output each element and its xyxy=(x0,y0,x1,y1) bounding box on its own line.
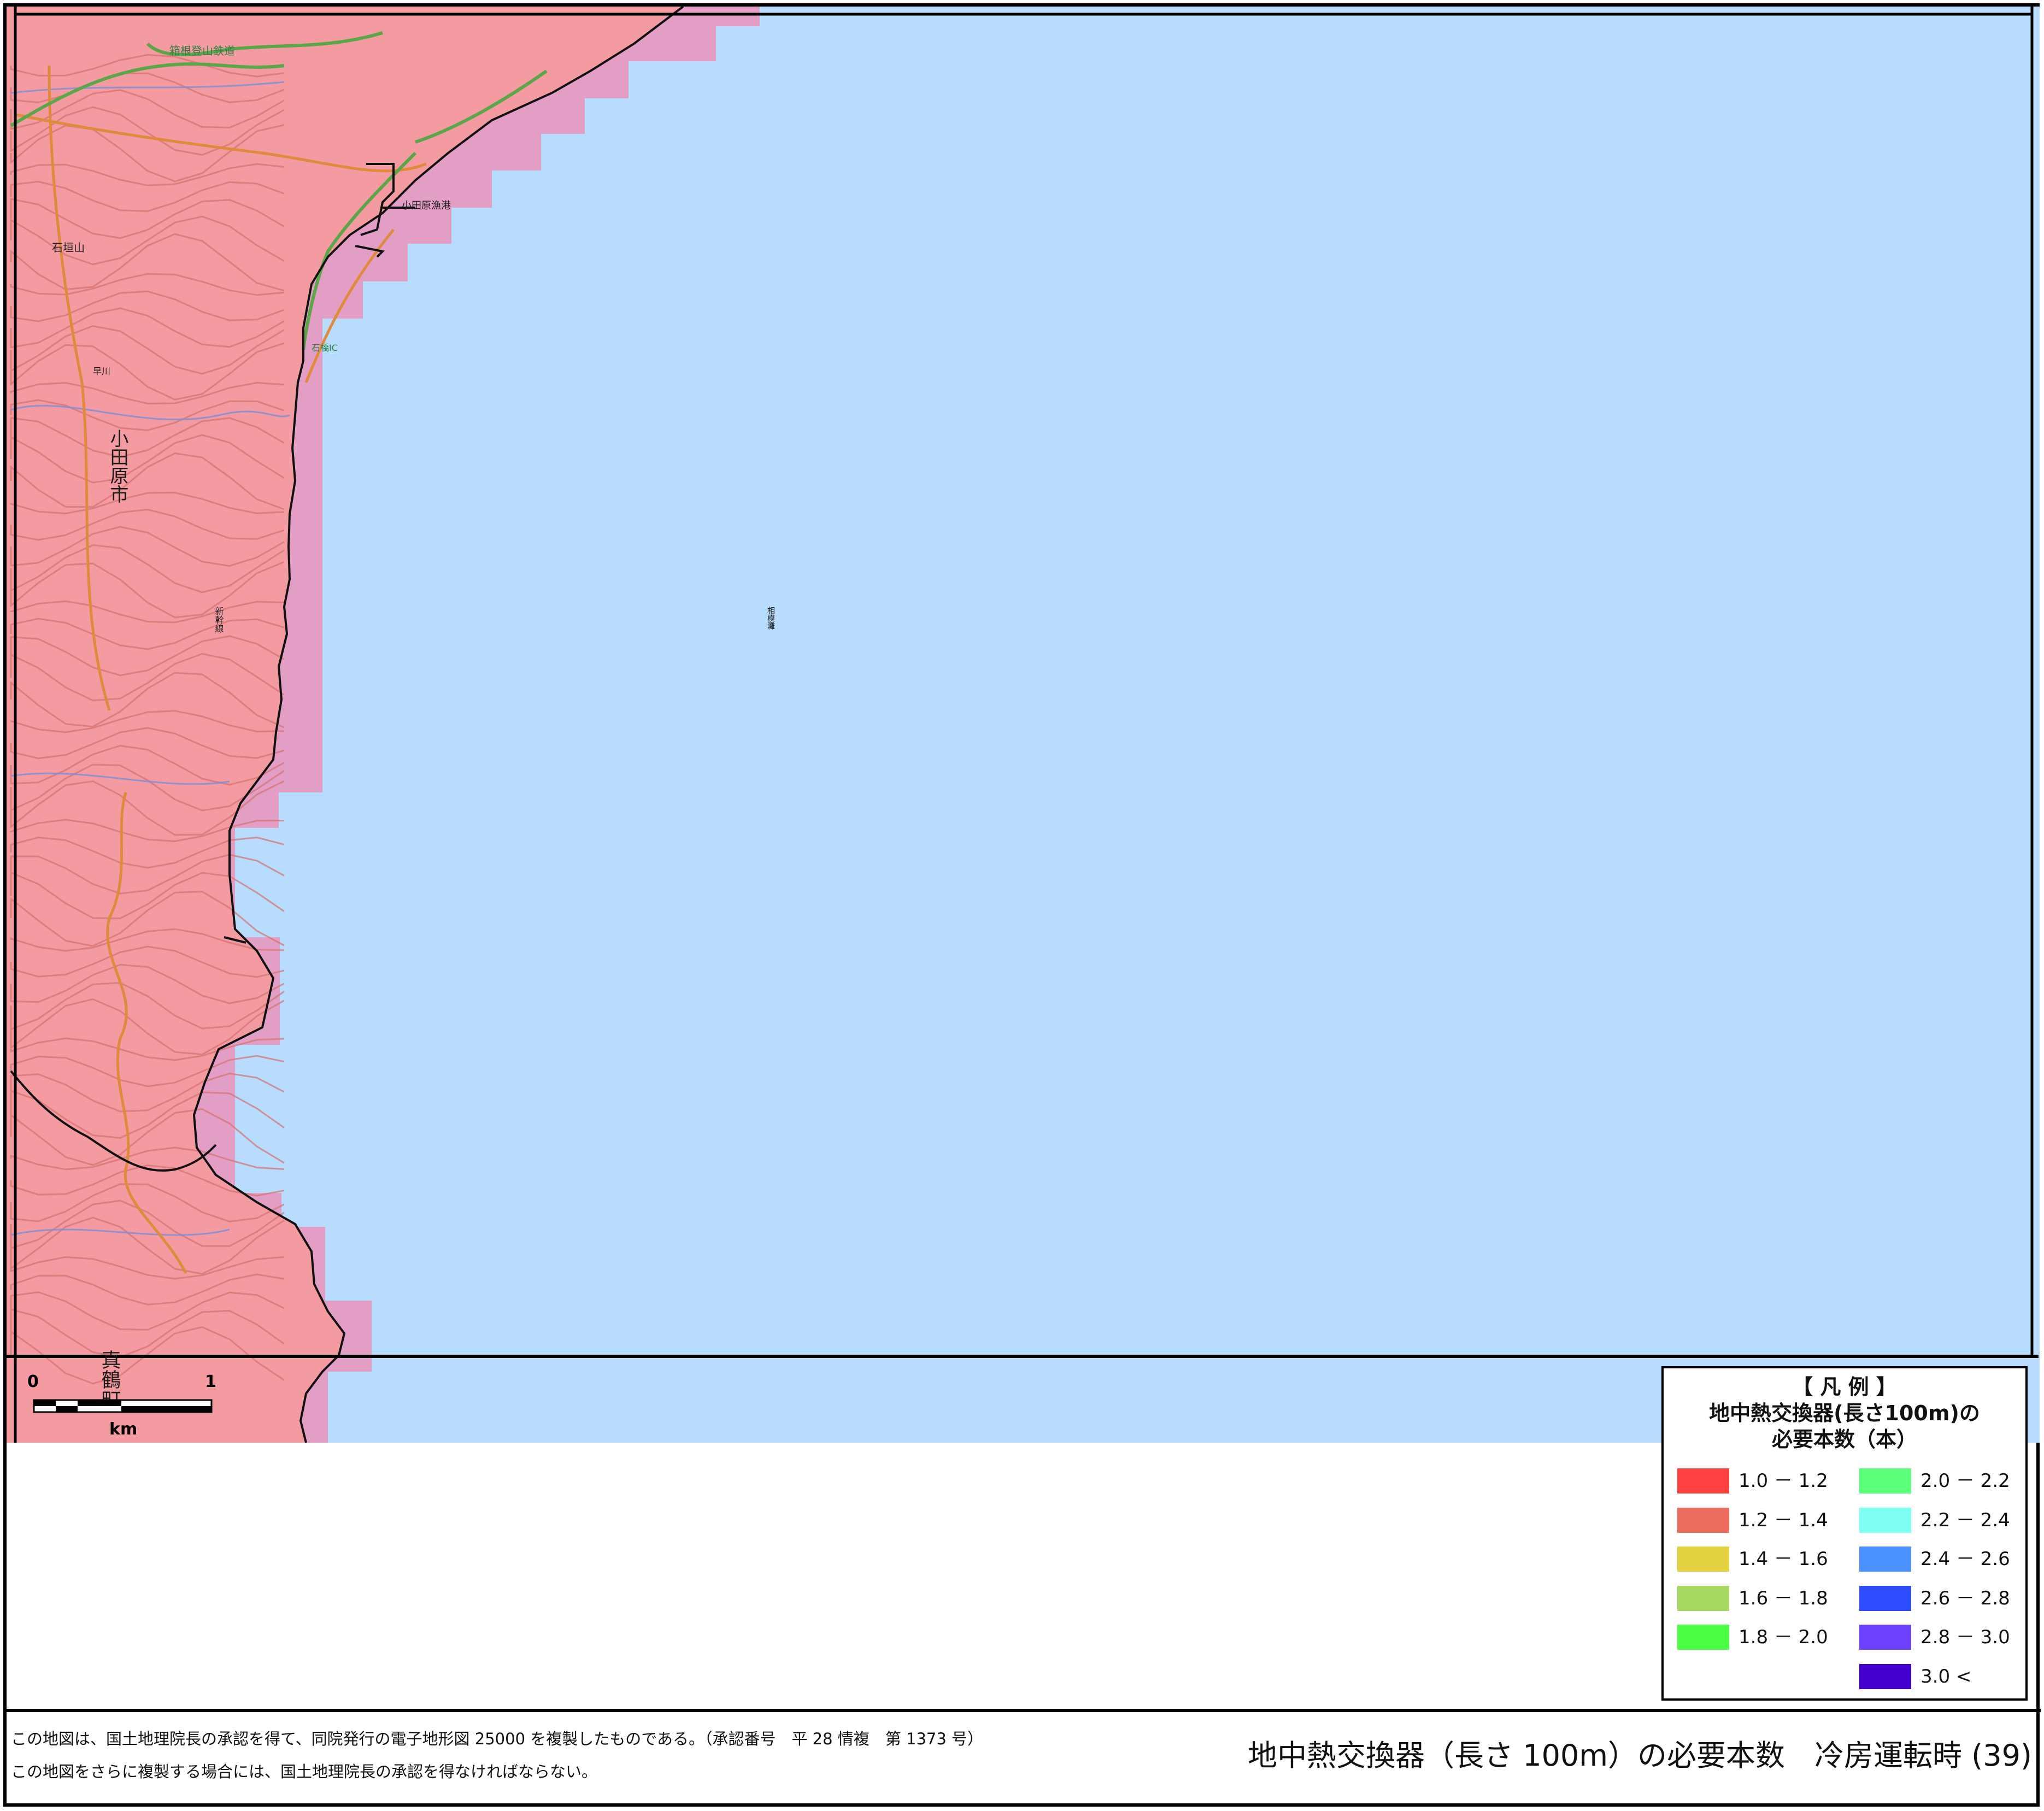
legend-label: 2.6 － 2.8 xyxy=(1920,1587,2010,1609)
legend-label: 2.4 － 2.6 xyxy=(1920,1548,2010,1570)
legend-box: 【 凡 例 】 地中熱交換器(長さ100m)の 必要本数（本） 1.0 － 1.… xyxy=(1661,1366,2028,1701)
map-area: 小田原市 真鶴町 石垣山 相模灘 早川 新幹線 箱根登山鉄道 石橋IC 小田原漁… xyxy=(7,5,2040,1443)
legend-title-line1: 地中熱交換器(長さ100m)の xyxy=(1709,1401,1980,1425)
scale-bar-unit: km xyxy=(109,1420,137,1439)
place-label-hakone-railway: 箱根登山鉄道 xyxy=(169,44,235,57)
legend-label: 1.0 － 1.2 xyxy=(1738,1470,1828,1492)
legend-label: 3.0 < xyxy=(1920,1665,1972,1687)
scale-bar-end: 1 xyxy=(205,1372,216,1391)
place-label-shinkansen: 新幹線 xyxy=(214,607,224,633)
legend-title-line2: 必要本数（本） xyxy=(1771,1427,1917,1451)
legend-swatch xyxy=(1859,1547,1911,1572)
footer-separator xyxy=(3,1709,2041,1712)
legend-swatch xyxy=(1677,1468,1729,1494)
legend-label: 2.2 － 2.4 xyxy=(1920,1509,2010,1531)
legend-label: 1.2 － 1.4 xyxy=(1738,1509,1828,1531)
place-label-odawara: 小田原市 xyxy=(107,429,128,503)
legend-swatch xyxy=(1677,1547,1729,1572)
legend-swatch xyxy=(1859,1625,1911,1650)
copyright-note-line2: この地図をさらに複製する場合には、国土地理院長の承認を得なければならない。 xyxy=(11,1762,598,1781)
legend-label: 2.0 － 2.2 xyxy=(1920,1470,2010,1492)
place-label-ishigaki: 石垣山 xyxy=(52,241,85,254)
legend-swatch xyxy=(1859,1468,1911,1494)
copyright-note-line1: この地図は、国土地理院長の承認を得て、同院発行の電子地形図 25000 を複製し… xyxy=(11,1730,984,1748)
legend-swatch xyxy=(1859,1585,1911,1611)
legend-header: 【 凡 例 】 xyxy=(1792,1375,1897,1399)
legend-swatch xyxy=(1859,1663,1911,1689)
place-label-ishibashi-ic: 石橋IC xyxy=(312,343,338,353)
legend-swatch xyxy=(1677,1507,1729,1533)
map-title: 地中熱交換器（長さ 100m）の必要本数 冷房運転時 (39) xyxy=(1248,1738,2032,1773)
legend-label: 1.6 － 1.8 xyxy=(1738,1587,1828,1609)
legend-label: 2.8 － 3.0 xyxy=(1920,1626,2010,1648)
legend-label: 1.4 － 1.6 xyxy=(1738,1548,1828,1570)
legend-swatch xyxy=(1677,1625,1729,1650)
legend-swatch xyxy=(1859,1507,1911,1533)
place-label-hayakawa: 早川 xyxy=(93,366,110,377)
place-label-odawara-port: 小田原漁港 xyxy=(402,200,451,211)
legend-label: 1.8 － 2.0 xyxy=(1738,1626,1828,1648)
legend-swatch xyxy=(1677,1585,1729,1611)
scale-bar-start: 0 xyxy=(27,1372,39,1391)
place-label-sagami: 相模灘 xyxy=(766,607,775,630)
